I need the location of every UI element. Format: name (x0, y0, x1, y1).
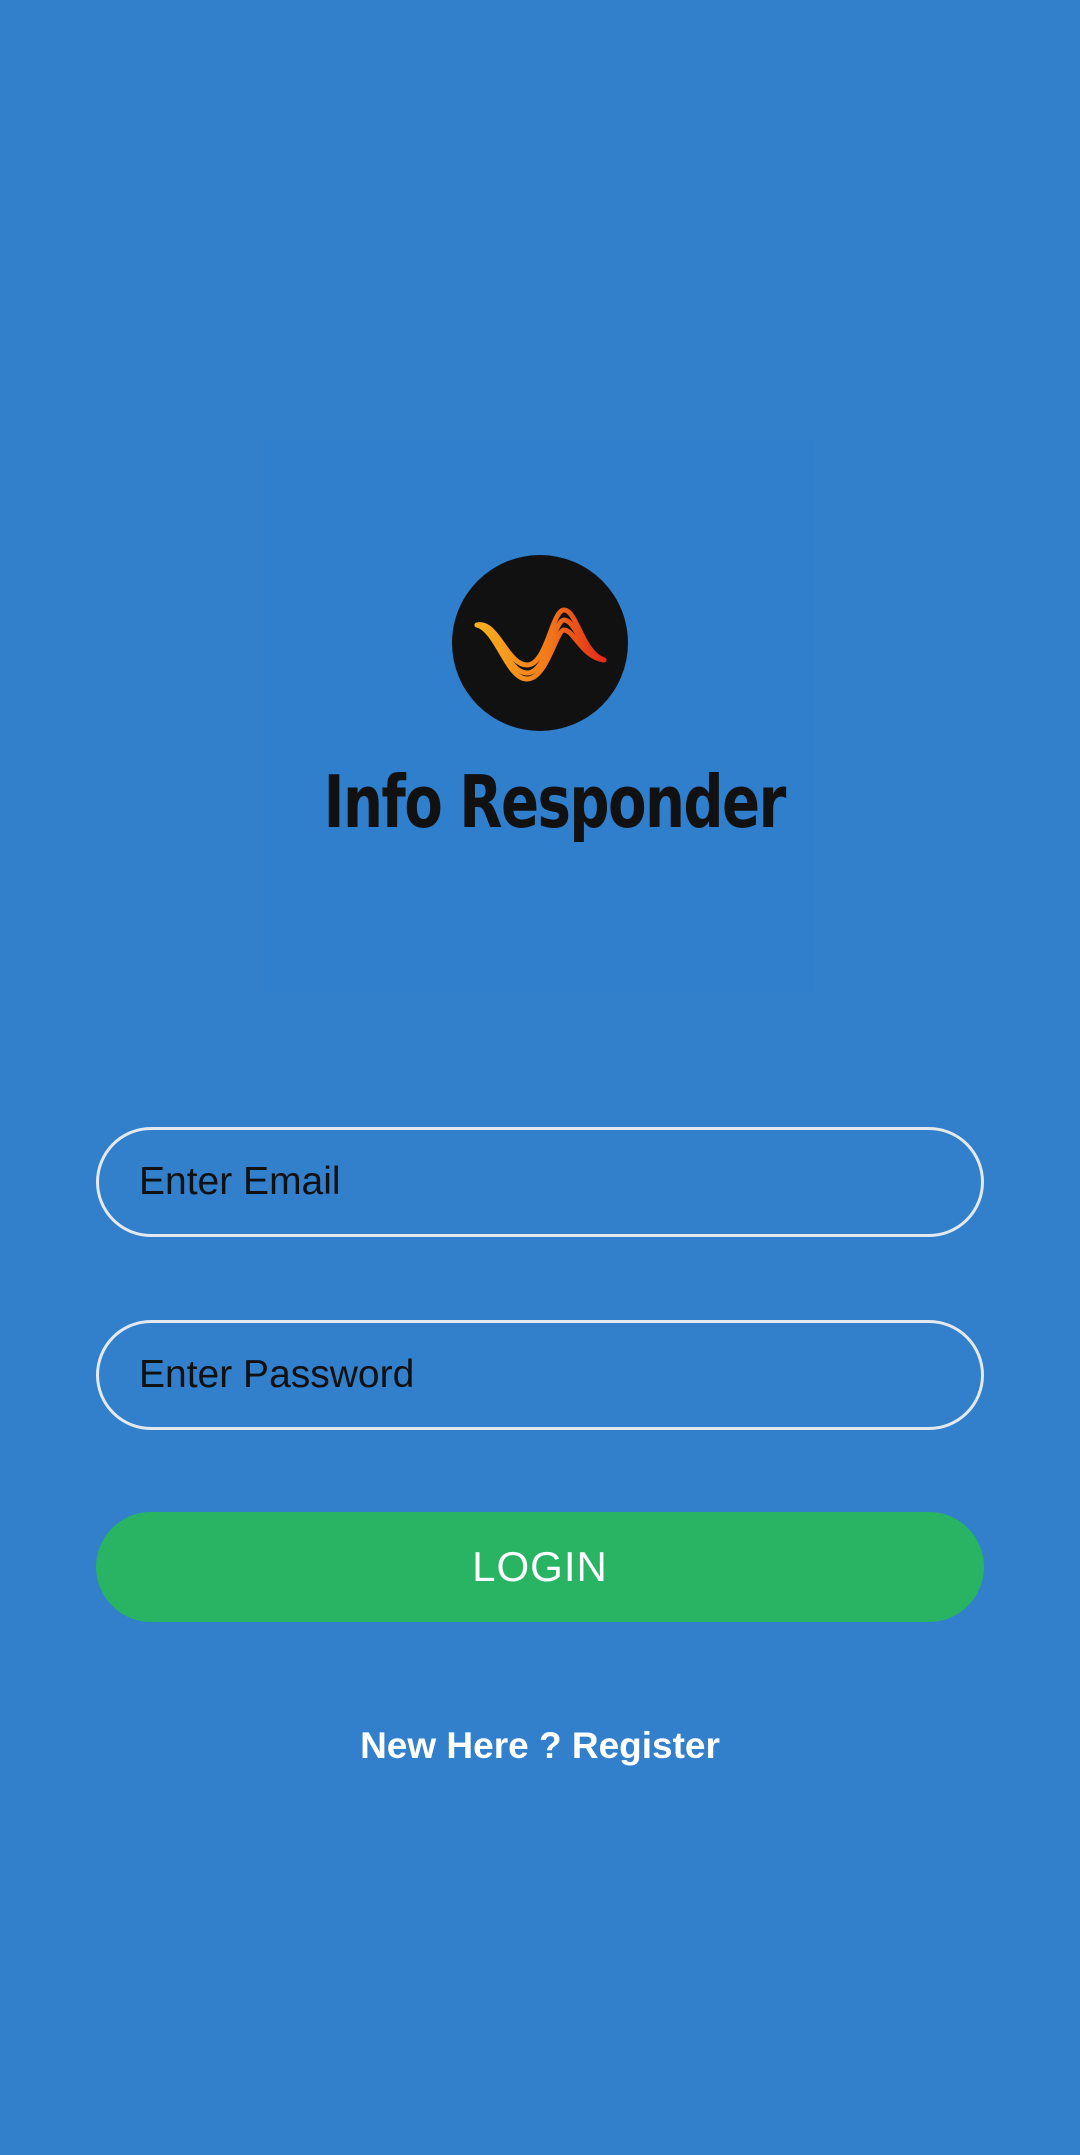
register-link[interactable]: New Here ? Register (96, 1718, 984, 1774)
brand-name: Info Responder (323, 760, 787, 844)
login-button[interactable]: LOGIN (96, 1512, 984, 1622)
wave-logo-icon (452, 555, 628, 731)
email-input[interactable] (139, 1160, 981, 1204)
password-input[interactable] (139, 1353, 981, 1397)
password-field[interactable] (96, 1320, 984, 1430)
email-field[interactable] (96, 1127, 984, 1237)
